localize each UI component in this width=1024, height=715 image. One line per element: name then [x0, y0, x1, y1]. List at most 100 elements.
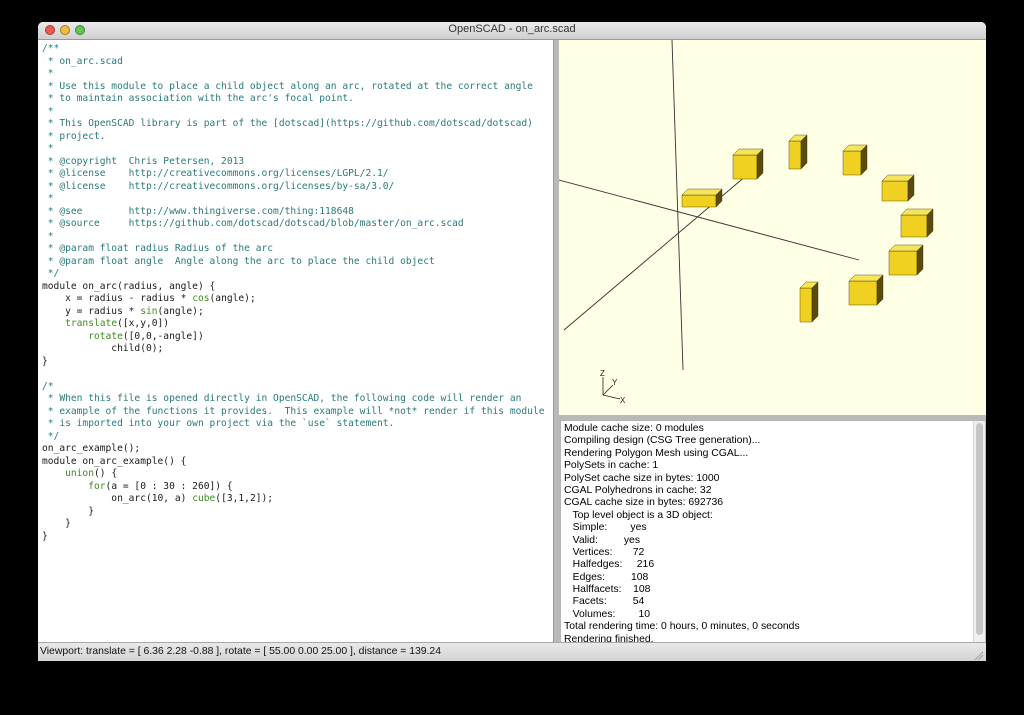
code-line[interactable]: /**	[42, 43, 553, 56]
code-line[interactable]: *	[42, 68, 553, 81]
code-line[interactable]: module on_arc(radius, angle) {	[42, 281, 553, 294]
console-scroll-thumb[interactable]	[976, 423, 983, 635]
console-scrollbar[interactable]	[973, 421, 985, 642]
arc-cube	[842, 144, 868, 176]
code-token: *	[42, 230, 54, 242]
console-output[interactable]: Module cache size: 0 modules Compiling de…	[560, 420, 974, 644]
code-token: rotate	[88, 330, 123, 342]
code-token: * project.	[42, 130, 106, 142]
code-line[interactable]: * @param float radius Radius of the arc	[42, 243, 553, 256]
code-line[interactable]: /*	[42, 381, 553, 394]
console-line: PolySets in cache: 1	[564, 460, 659, 472]
code-token: child(0);	[42, 343, 164, 354]
code-line[interactable]: }	[42, 506, 553, 519]
code-line[interactable]: on_arc(10, a) cube([3,1,2]);	[42, 493, 553, 506]
code-line[interactable]: * @copyright Chris Petersen, 2013	[42, 156, 553, 169]
code-token: on_arc_example();	[42, 443, 141, 454]
code-token: * @license http://creativecommons.org/li…	[42, 168, 389, 179]
code-text[interactable]: /** * on_arc.scad * * Use this module to…	[38, 40, 553, 543]
code-token: cube	[192, 493, 216, 504]
arc-cube	[881, 174, 915, 202]
code-token: * @param float angle Angle along the arc…	[42, 255, 435, 267]
code-token: }	[42, 505, 94, 517]
3d-viewport[interactable]: Z Y X	[559, 40, 986, 415]
console-line: Halfedges: 216	[564, 559, 655, 571]
code-line[interactable]: translate([x,y,0])	[42, 318, 553, 331]
window-title: OpenSCAD - on_arc.scad	[448, 23, 576, 35]
console-line: Vertices: 72	[564, 546, 645, 558]
arc-cubes	[681, 134, 934, 323]
code-line[interactable]: module on_arc_example() {	[42, 456, 553, 469]
code-line[interactable]: * Use this module to place a child objec…	[42, 81, 553, 94]
console-line: Facets: 54	[564, 596, 645, 608]
code-line[interactable]: x = radius - radius * cos(angle);	[42, 293, 553, 306]
code-line[interactable]: * @source https://github.com/dotscad/dot…	[42, 218, 553, 231]
code-token: module on_arc(radius, angle) {	[42, 280, 216, 292]
code-line[interactable]: *	[42, 231, 553, 244]
code-line[interactable]: *	[42, 143, 553, 156]
code-token: * to maintain association with the arc's…	[42, 93, 354, 104]
indicator-x-label: X	[620, 396, 626, 405]
code-line[interactable]: * @see http://www.thingiverse.com/thing:…	[42, 206, 553, 219]
code-token: module on_arc_example() {	[42, 455, 187, 467]
code-line[interactable]: y = radius * sin(angle);	[42, 306, 553, 319]
code-line[interactable]: child(0);	[42, 343, 553, 356]
code-line[interactable]: */	[42, 431, 553, 444]
code-token: translate	[65, 318, 118, 329]
resize-grip-icon[interactable]	[973, 650, 983, 660]
code-token: for	[88, 480, 106, 492]
code-token: * When this file is opened directly in O…	[42, 393, 522, 404]
code-line[interactable]: * @license http://creativecommons.org/li…	[42, 168, 553, 181]
3d-scene: Z Y X	[559, 40, 934, 405]
code-line[interactable]: * example of the functions it provides. …	[42, 406, 553, 419]
code-line[interactable]: *	[42, 193, 553, 206]
console-line: CGAL Polyhedrons in cache: 32	[564, 484, 712, 496]
console-line: Module cache size: 0 modules	[564, 423, 704, 434]
code-token: /*	[42, 380, 54, 392]
code-line[interactable]: for(a = [0 : 30 : 260]) {	[42, 481, 553, 494]
axis-line-z	[671, 40, 684, 371]
arc-cube	[900, 208, 934, 238]
code-line[interactable]: * to maintain association with the arc's…	[42, 93, 553, 106]
code-line[interactable]: * on_arc.scad	[42, 56, 553, 69]
code-token: * @see http://www.thingiverse.com/thing:…	[42, 205, 354, 217]
code-line[interactable]: }	[42, 356, 553, 369]
code-token: *	[42, 193, 54, 204]
code-line[interactable]: * project.	[42, 131, 553, 144]
code-line[interactable]: * @param float angle Angle along the arc…	[42, 256, 553, 269]
console-line: CGAL cache size in bytes: 692736	[564, 497, 724, 509]
arc-cube	[848, 274, 884, 306]
code-token: }	[42, 355, 48, 367]
console-log: Module cache size: 0 modules Compiling de…	[561, 421, 973, 643]
code-line[interactable]: * When this file is opened directly in O…	[42, 393, 553, 406]
openscad-window: OpenSCAD - on_arc.scad /** * on_arc.scad…	[38, 22, 986, 661]
code-line[interactable]: * @license http://creativecommons.org/li…	[42, 181, 553, 194]
indicator-z-label: Z	[600, 369, 605, 378]
console-line: Top level object is a 3D object:	[564, 509, 713, 521]
code-line[interactable]: * is imported into your own project via …	[42, 418, 553, 431]
code-line[interactable]: }	[42, 531, 553, 544]
code-token: * on_arc.scad	[42, 55, 123, 67]
code-line[interactable]: * This OpenSCAD library is part of the […	[42, 118, 553, 131]
code-line[interactable]: *	[42, 106, 553, 119]
code-token: *	[42, 143, 54, 154]
console-line: Halffacets: 108	[564, 584, 651, 596]
code-editor[interactable]: /** * on_arc.scad * * Use this module to…	[38, 40, 554, 642]
code-line[interactable]	[42, 368, 553, 381]
code-line[interactable]: union() {	[42, 468, 553, 481]
code-line[interactable]: }	[42, 518, 553, 531]
arc-cube	[799, 281, 819, 323]
code-token: * @license http://creativecommons.org/li…	[42, 180, 395, 192]
title-bar[interactable]: OpenSCAD - on_arc.scad	[38, 22, 986, 40]
code-line[interactable]: rotate([0,0,-angle])	[42, 331, 553, 344]
code-token: * @source https://github.com/dotscad/dot…	[42, 218, 464, 229]
code-token: */	[42, 430, 60, 442]
code-token: * @param float radius Radius of the arc	[42, 243, 274, 254]
code-token: * is imported into your own project via …	[42, 418, 395, 429]
viewport-status-text: Viewport: translate = [ 6.36 2.28 -0.88 …	[40, 646, 441, 657]
code-line[interactable]: on_arc_example();	[42, 443, 553, 456]
code-token: union	[65, 468, 94, 479]
code-line[interactable]: */	[42, 268, 553, 281]
